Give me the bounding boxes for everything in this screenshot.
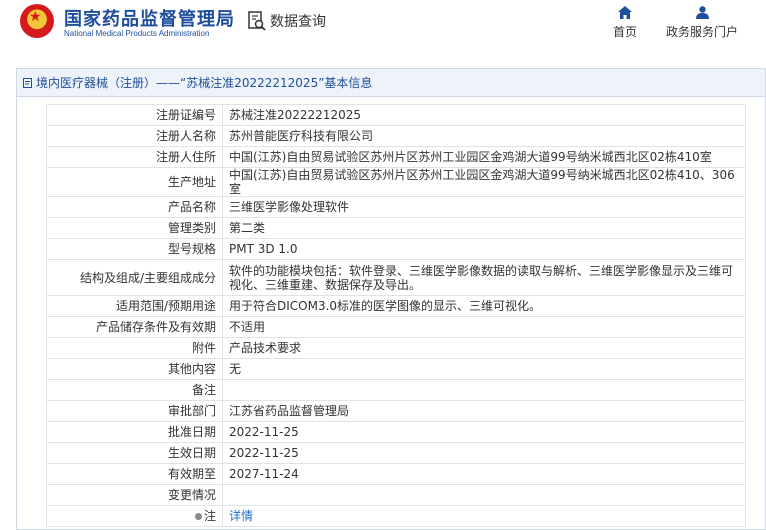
table-row: 批准日期 2022-11-25	[46, 421, 746, 443]
field-label: 审批部门	[46, 400, 223, 422]
document-search-icon	[248, 11, 266, 31]
field-label: 产品储存条件及有效期	[46, 316, 223, 338]
registration-detail-table: 注册证编号 苏械注准20222212025 注册人名称 苏州普能医疗科技有限公司 注…	[46, 104, 746, 527]
field-value: 产品技术要求	[222, 337, 746, 359]
table-row: 有效期至 2027-11-24	[46, 463, 746, 485]
site-header: ★ 国家药品监督管理局 National Medical Products Ad…	[0, 0, 766, 52]
field-value: 苏州普能医疗科技有限公司	[222, 125, 746, 147]
note-value-cell: 详情	[222, 505, 746, 527]
table-row: 产品储存条件及有效期 不适用	[46, 316, 746, 338]
field-label: 备注	[46, 379, 223, 401]
field-label: 生产地址	[46, 167, 223, 197]
field-value: 2022-11-25	[222, 442, 746, 464]
table-row: 型号规格 PMT 3D 1.0	[46, 238, 746, 260]
field-label: 有效期至	[46, 463, 223, 485]
field-label: 产品名称	[46, 196, 223, 218]
field-value: 第二类	[222, 217, 746, 239]
field-value: 三维医学影像处理软件	[222, 196, 746, 218]
field-value	[222, 379, 746, 401]
field-value: PMT 3D 1.0	[222, 238, 746, 260]
table-row: 注册证编号 苏械注准20222212025	[46, 104, 746, 126]
breadcrumb-page-icon	[23, 77, 32, 88]
table-row: 审批部门 江苏省药品监督管理局	[46, 400, 746, 422]
table-row: 备注	[46, 379, 746, 401]
national-emblem-logo: ★	[20, 4, 54, 38]
field-value: 苏械注准20222212025	[222, 104, 746, 126]
field-label: 注册证编号	[46, 104, 223, 126]
field-value: 无	[222, 358, 746, 380]
field-label: 其他内容	[46, 358, 223, 380]
field-value: 江苏省药品监督管理局	[222, 400, 746, 422]
field-label: 管理类别	[46, 217, 223, 239]
table-row: 变更情况	[46, 484, 746, 506]
field-value	[222, 484, 746, 506]
table-row: 适用范围/预期用途 用于符合DICOM3.0标准的医学图像的显示、三维可视化。	[46, 295, 746, 317]
field-label: 附件	[46, 337, 223, 359]
note-label: 注	[203, 509, 216, 523]
field-value: 中国(江苏)自由贸易试验区苏州片区苏州工业园区金鸡湖大道99号纳米城西北区02栋…	[222, 146, 746, 168]
field-value: 用于符合DICOM3.0标准的医学图像的显示、三维可视化。	[222, 295, 746, 317]
table-row: 附件 产品技术要求	[46, 337, 746, 359]
table-row: 生产地址 中国(江苏)自由贸易试验区苏州片区苏州工业园区金鸡湖大道99号纳米城西北…	[46, 167, 746, 197]
field-label: 生效日期	[46, 442, 223, 464]
table-row: 其他内容无	[46, 358, 746, 380]
field-label: 适用范围/预期用途	[46, 295, 223, 317]
field-value: 软件的功能模块包括：软件登录、三维医学影像数据的读取与解析、三维医学影像显示及三…	[222, 259, 746, 296]
breadcrumb: 境内医疗器械（注册）——“苏械注准20222212025”基本信息	[17, 69, 765, 97]
note-icon	[194, 513, 202, 520]
breadcrumb-text: 境内医疗器械（注册）——“苏械注准20222212025”基本信息	[36, 76, 373, 90]
field-label: 批准日期	[46, 421, 223, 443]
nav-service-portal[interactable]: 政务服务门户	[660, 6, 744, 40]
table-row: 注册人住所 中国(江苏)自由贸易试验区苏州片区苏州工业园区金鸡湖大道99号纳米城西…	[46, 146, 746, 168]
field-label: 注册人住所	[46, 146, 223, 168]
field-label: 型号规格	[46, 238, 223, 260]
nav-portal-label: 政务服务门户	[665, 25, 738, 39]
section-title: 数据查询	[270, 14, 326, 30]
table-row: 注册人名称 苏州普能医疗科技有限公司	[46, 125, 746, 147]
nav-home-label: 首页	[612, 25, 637, 39]
table-row: 注 详情	[46, 505, 746, 527]
home-icon	[618, 6, 632, 19]
note-label-cell: 注	[46, 505, 223, 527]
table-row: 结构及组成/主要组成成分 软件的功能模块包括：软件登录、三维医学影像数据的读取与解…	[46, 259, 746, 296]
field-value: 2027-11-24	[222, 463, 746, 485]
field-label: 注册人名称	[46, 125, 223, 147]
field-label: 变更情况	[46, 484, 223, 506]
table-row: 生效日期 2022-11-25	[46, 442, 746, 464]
user-icon	[695, 6, 709, 19]
brand-title: 国家药品监督管理局	[64, 9, 235, 30]
field-label: 结构及组成/主要组成成分	[46, 259, 223, 296]
field-value: 中国(江苏)自由贸易试验区苏州片区苏州工业园区金鸡湖大道99号纳米城西北区02栋…	[222, 167, 746, 197]
details-link[interactable]: 详情	[229, 509, 253, 523]
table-row: 管理类别 第二类	[46, 217, 746, 239]
table-row: 产品名称 三维医学影像处理软件	[46, 196, 746, 218]
field-value: 2022-11-25	[222, 421, 746, 443]
nav-home[interactable]: 首页	[608, 6, 642, 40]
brand-subtitle: National Medical Products Administration	[64, 29, 210, 38]
field-value: 不适用	[222, 316, 746, 338]
